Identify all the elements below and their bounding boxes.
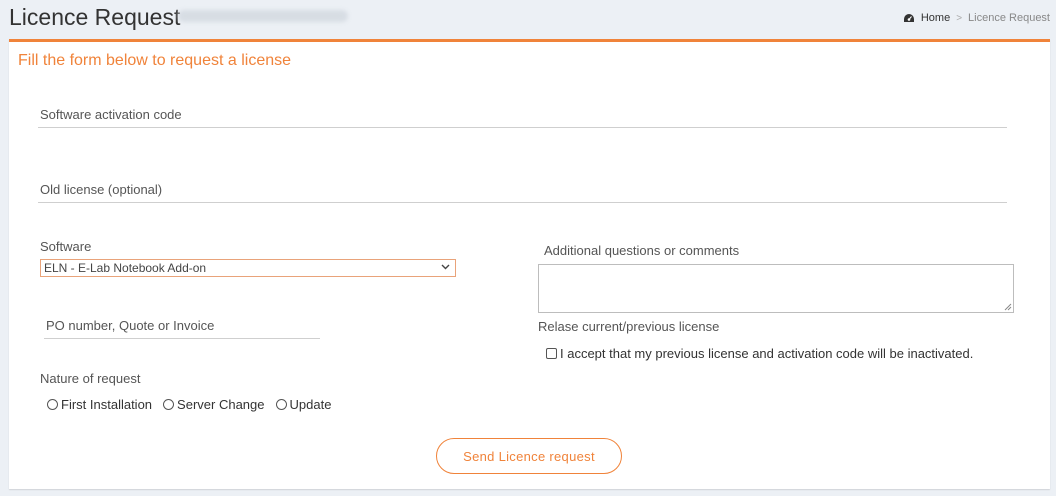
page-header: Licence Request Home > Licence Request xyxy=(0,0,1056,36)
activation-code-placeholder: Software activation code xyxy=(40,107,182,122)
release-license-label: Relase current/previous license xyxy=(538,319,720,334)
dashboard-icon xyxy=(903,13,914,22)
old-license-input[interactable]: Old license (optional) xyxy=(38,175,1007,203)
software-selected-value: ELN - E-Lab Notebook Add-on xyxy=(44,261,207,275)
old-license-placeholder: Old license (optional) xyxy=(40,182,163,197)
chevron-down-icon xyxy=(441,264,450,270)
comments-textarea[interactable] xyxy=(538,264,1014,313)
comments-label: Additional questions or comments xyxy=(544,243,740,258)
radio-label: Update xyxy=(289,397,332,412)
breadcrumb: Home > Licence Request xyxy=(903,12,1050,24)
radio-circle-icon[interactable] xyxy=(163,399,175,410)
form-heading: Fill the form below to request a license xyxy=(18,52,292,69)
radio-circle-icon[interactable] xyxy=(47,399,58,410)
user-email-redacted xyxy=(178,10,348,22)
activation-code-input[interactable]: Software activation code xyxy=(38,100,1007,128)
release-accept-text: I accept that my previous license and ac… xyxy=(560,346,974,361)
nature-of-request-radios: First Installation Server Change Update xyxy=(47,397,342,412)
page-title: Licence Request xyxy=(9,4,181,30)
licence-request-card: Fill the form below to request a license… xyxy=(9,39,1050,489)
nature-of-request-label: Nature of request xyxy=(40,371,141,386)
radio-label: Server Change xyxy=(177,397,265,412)
po-number-placeholder: PO number, Quote or Invoice xyxy=(46,318,215,333)
release-accept-checkbox[interactable] xyxy=(546,348,557,359)
breadcrumb-current: Licence Request xyxy=(968,12,1050,24)
radio-server-change[interactable]: Server Change xyxy=(163,397,265,412)
software-select[interactable]: ELN - E-Lab Notebook Add-on xyxy=(40,259,456,277)
send-licence-request-button[interactable]: Send Licence request xyxy=(436,438,622,474)
breadcrumb-home-link[interactable]: Home xyxy=(921,12,950,24)
radio-update[interactable]: Update xyxy=(275,397,332,412)
breadcrumb-separator: > xyxy=(956,12,963,24)
po-number-input[interactable]: PO number, Quote or Invoice xyxy=(44,311,320,339)
release-accept-checkbox-row[interactable]: I accept that my previous license and ac… xyxy=(546,346,973,361)
radio-first-installation[interactable]: First Installation xyxy=(47,397,152,412)
software-label: Software xyxy=(40,239,92,254)
resize-handle-icon[interactable] xyxy=(1004,303,1012,311)
radio-label: First Installation xyxy=(61,397,153,412)
radio-circle-icon[interactable] xyxy=(275,399,287,410)
